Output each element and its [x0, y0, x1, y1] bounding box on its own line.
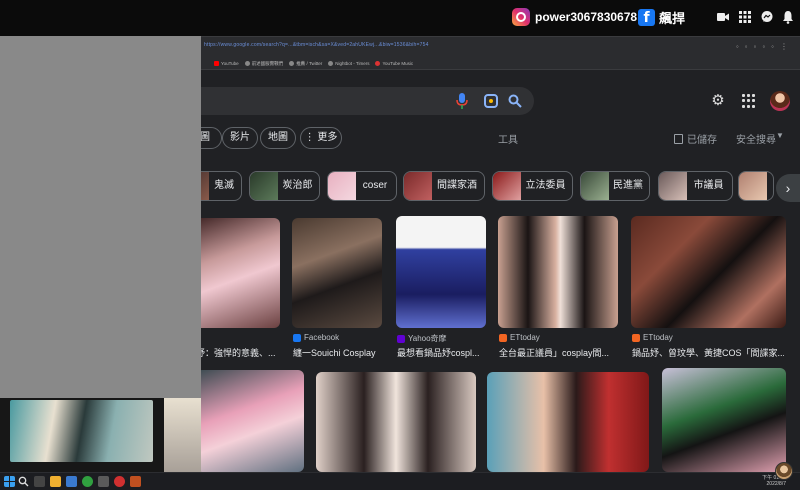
preview-image	[10, 400, 153, 462]
chip-thumbnail	[493, 172, 521, 200]
image-result[interactable]	[292, 218, 382, 328]
image-result[interactable]	[196, 370, 304, 472]
safe-search-button[interactable]: 安全搜尋	[736, 131, 776, 146]
instagram-icon	[512, 8, 530, 26]
windows-taskbar: 下午 01:05 2022/8/7	[0, 472, 800, 490]
result-source: Yahoo奇摩	[397, 333, 447, 344]
preview-image-edge	[164, 398, 201, 472]
chip-thumbnail	[404, 172, 432, 200]
app-icon[interactable]	[98, 476, 109, 487]
folder-icon	[244, 61, 250, 66]
search-icon[interactable]	[508, 94, 522, 108]
ettoday-icon	[499, 333, 507, 342]
app-icon[interactable]	[130, 476, 141, 487]
chevron-right-icon[interactable]: ›	[776, 174, 800, 202]
related-chip[interactable]: coser	[327, 171, 397, 201]
chrome-icon[interactable]	[82, 476, 93, 487]
screen: https://www.google.com/search?q=...&tbm=…	[0, 0, 800, 490]
image-result[interactable]	[316, 372, 476, 472]
google-lens-icon[interactable]	[484, 94, 498, 108]
facebook-icon: f	[638, 8, 655, 26]
file-explorer-icon[interactable]	[50, 476, 61, 487]
image-result[interactable]	[190, 218, 280, 328]
task-view-icon[interactable]	[34, 476, 45, 487]
bookmark-icon	[674, 133, 683, 144]
chip-thumbnail	[659, 172, 687, 200]
browser-toolbar-icons[interactable]: ◦◦◦◦◦⋮	[736, 42, 794, 51]
result-title[interactable]: 最想看鍋品妤cospl...	[397, 346, 489, 359]
youtube-music-icon	[375, 61, 381, 66]
google-apps-icon[interactable]	[742, 94, 756, 108]
overlay-panel	[0, 0, 201, 398]
url-text[interactable]: https://www.google.com/search?q=...&tbm=…	[204, 42, 704, 52]
image-result[interactable]	[631, 216, 786, 328]
desktop-preview	[0, 398, 201, 472]
result-title[interactable]: 纏一Souichi Cosplay	[293, 346, 385, 359]
nightbot-icon	[328, 61, 334, 66]
result-title[interactable]: 鍋品妤、曾玟學、黃捷COS「間諜家...	[632, 346, 784, 359]
result-source: Facebook	[293, 333, 339, 342]
bookmark-item[interactable]: YouTube Music	[375, 61, 413, 66]
folder-icon	[289, 61, 295, 66]
chip-thumbnail	[739, 172, 767, 200]
app-icon[interactable]	[66, 476, 77, 487]
chip-thumbnail	[581, 172, 609, 200]
bookmark-item[interactable]: Nightbot - Timers	[328, 61, 369, 66]
related-chip[interactable]	[738, 171, 774, 201]
related-chip[interactable]: 民進黨	[580, 171, 650, 201]
tab-maps[interactable]: 地圖	[260, 127, 296, 149]
tools-button[interactable]: 工具	[498, 131, 518, 146]
account-avatar[interactable]	[770, 91, 790, 111]
result-source: ETtoday	[632, 333, 673, 342]
image-result[interactable]	[396, 216, 486, 328]
search-icon[interactable]	[18, 476, 29, 487]
image-result[interactable]	[487, 372, 649, 472]
related-chip[interactable]: 間諜家酒	[403, 171, 485, 201]
obs-icon[interactable]	[114, 476, 125, 487]
video-camera-icon[interactable]	[716, 10, 730, 24]
youtube-icon	[214, 61, 219, 66]
stream-overlay-bar: power3067830678 f 飆捍	[0, 0, 800, 36]
image-result[interactable]	[498, 216, 618, 328]
related-chip[interactable]: 市議員	[658, 171, 733, 201]
bookmark-item[interactable]: 推薦 / Twitter	[289, 61, 322, 67]
microphone-icon[interactable]	[456, 93, 468, 109]
yahoo-icon	[397, 334, 405, 343]
saved-button[interactable]: 已儲存	[674, 131, 717, 146]
search-box[interactable]	[200, 87, 534, 115]
bookmark-item[interactable]: 前述國服實戰們	[244, 61, 283, 67]
related-chip[interactable]: 炭治郎	[249, 171, 320, 201]
ettoday-icon	[632, 333, 640, 342]
result-title[interactable]: 全台最正議員」cosplay間...	[499, 346, 619, 359]
settings-gear-icon[interactable]: ⚙	[710, 93, 726, 109]
instagram-handle: power3067830678	[512, 6, 637, 28]
bookmark-item[interactable]: YouTube	[214, 61, 239, 66]
messenger-icon[interactable]	[760, 10, 774, 24]
result-title[interactable]: 妤：強悍的意義、...	[196, 346, 278, 359]
chip-thumbnail	[250, 172, 278, 200]
address-bar[interactable]: https://www.google.com/search?q=...&tbm=…	[200, 36, 800, 58]
chevron-down-icon: ▼	[776, 131, 784, 140]
facebook-name: f 飆捍	[638, 6, 685, 28]
chip-thumbnail	[328, 172, 356, 200]
image-result[interactable]	[662, 368, 786, 472]
grid-icon[interactable]	[738, 10, 752, 24]
tab-more[interactable]: ⋮ 更多	[300, 127, 342, 149]
windows-start-icon[interactable]	[4, 476, 15, 487]
facebook-icon	[293, 333, 301, 342]
bell-icon[interactable]	[781, 10, 795, 24]
tab-videos[interactable]: 影片	[222, 127, 258, 149]
bookmarks-bar: YouTube 前述國服實戰們 推薦 / Twitter Nightbot - …	[200, 58, 800, 70]
result-source: ETtoday	[499, 333, 540, 342]
related-chip[interactable]: 立法委員	[492, 171, 573, 201]
streamer-avatar	[775, 462, 793, 480]
